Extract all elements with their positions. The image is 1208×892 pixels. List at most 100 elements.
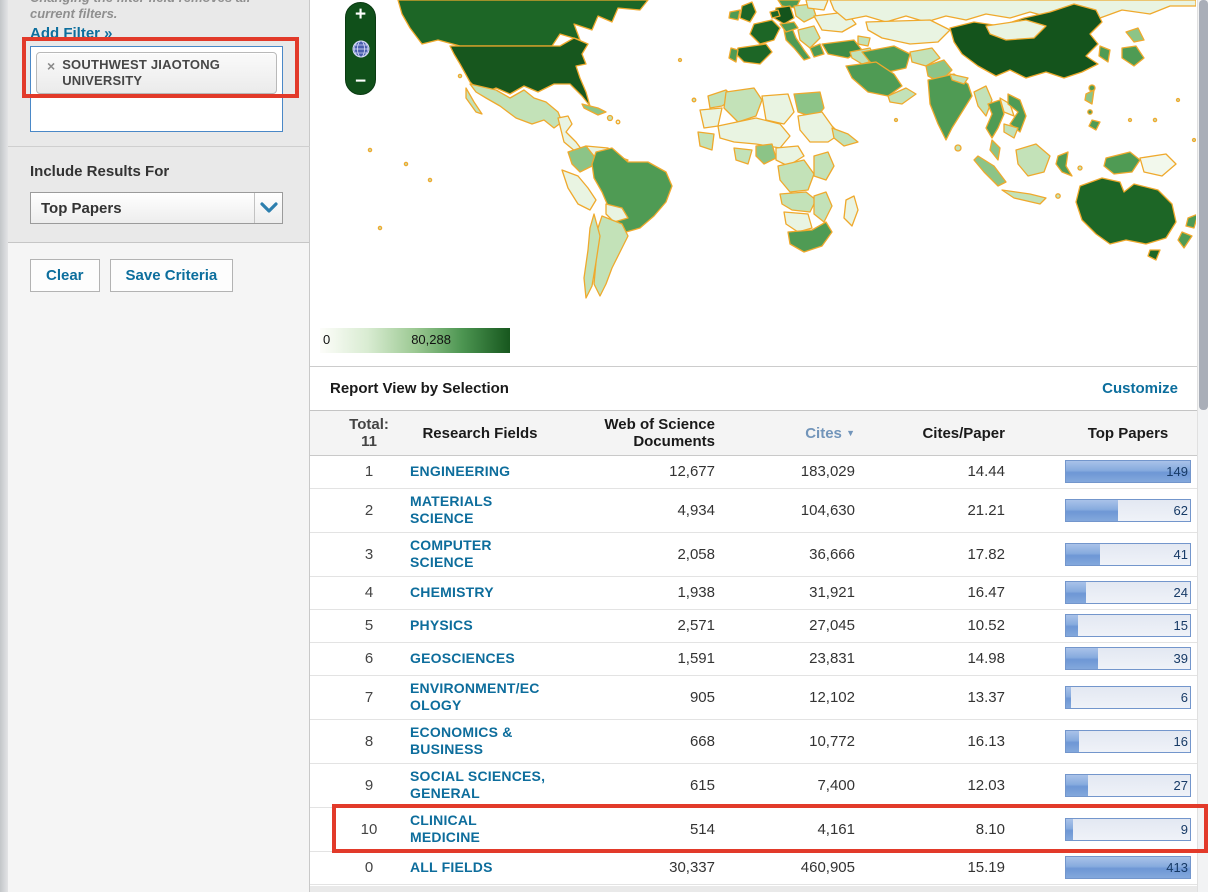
row-documents: 30,337 [550, 859, 715, 876]
top-papers-bar: 27 [1065, 774, 1191, 797]
column-cites-sort[interactable]: Cites ▼ [715, 425, 855, 442]
page: Changing the filter field removes all cu… [0, 0, 1208, 892]
table-row: 4 CHEMISTRY 1,938 31,921 16.47 24 [310, 577, 1197, 610]
research-field-link[interactable]: SOCIAL SCIENCES, GENERAL [410, 768, 545, 801]
top-papers-bar-fill [1066, 687, 1071, 708]
top-papers-bar-fill [1066, 544, 1100, 565]
top-papers-bar: 9 [1065, 818, 1191, 841]
page-bottom-strip [310, 886, 1208, 892]
table-row: 2 MATERIALS SCIENCE 4,934 104,630 21.21 … [310, 489, 1197, 533]
row-cites: 31,921 [715, 584, 855, 601]
top-papers-bar: 24 [1065, 581, 1191, 604]
row-documents: 615 [550, 777, 715, 794]
customize-link[interactable]: Customize [1102, 380, 1208, 397]
top-papers-value: 6 [1181, 690, 1188, 705]
top-papers-bar: 16 [1065, 730, 1191, 753]
main-content: + − 0 80,288 [310, 0, 1208, 892]
row-cites-per-paper: 16.13 [855, 733, 1005, 750]
column-total: Total: 11 [340, 416, 398, 450]
research-field-link[interactable]: PHYSICS [410, 617, 473, 633]
top-papers-value: 149 [1166, 464, 1188, 479]
research-field-link[interactable]: GEOSCIENCES [410, 650, 515, 666]
table-row: 9 SOCIAL SCIENCES, GENERAL 615 7,400 12.… [310, 764, 1197, 808]
world-map[interactable]: + − 0 80,288 [310, 0, 1196, 360]
research-field-link[interactable]: ECONOMICS & BUSINESS [410, 724, 513, 757]
row-rank: 5 [340, 617, 398, 634]
research-field-link[interactable]: COMPUTER SCIENCE [410, 537, 492, 570]
research-field-link[interactable]: MATERIALS SCIENCE [410, 493, 492, 526]
top-papers-bar-fill [1066, 819, 1073, 840]
top-papers-value: 24 [1174, 585, 1188, 600]
top-papers-bar-fill [1066, 648, 1098, 669]
include-results-label: Include Results For [30, 163, 169, 180]
row-documents: 1,938 [550, 584, 715, 601]
column-top-papers: Top Papers [1065, 425, 1191, 442]
row-cites-per-paper: 17.82 [855, 546, 1005, 563]
row-cites-per-paper: 12.03 [855, 777, 1005, 794]
research-field-link[interactable]: ENGINEERING [410, 463, 510, 479]
zoom-out-button[interactable]: − [355, 73, 366, 91]
row-rank: 2 [340, 502, 398, 519]
table-header: Total: 11 Research Fields Web of Science… [310, 410, 1197, 456]
top-papers-value: 15 [1174, 618, 1188, 633]
chevron-down-icon [254, 193, 282, 223]
row-rank: 3 [340, 546, 398, 563]
world-map-svg[interactable] [310, 0, 1196, 360]
map-africa [698, 88, 858, 252]
top-papers-bar: 149 [1065, 460, 1191, 483]
top-papers-bar: 62 [1065, 499, 1191, 522]
clear-button[interactable]: Clear [30, 259, 100, 292]
top-papers-value: 9 [1181, 822, 1188, 837]
row-documents: 514 [550, 821, 715, 838]
row-documents: 2,571 [550, 617, 715, 634]
remove-filter-icon[interactable]: × [47, 58, 55, 74]
top-papers-bar-fill [1066, 500, 1118, 521]
zoom-in-button[interactable]: + [355, 6, 366, 24]
top-papers-value: 39 [1174, 651, 1188, 666]
top-papers-value: 41 [1174, 547, 1188, 562]
research-field-link[interactable]: ENVIRONMENT/ECOLOGY [410, 680, 540, 713]
table-body: 1 ENGINEERING 12,677 183,029 14.44 149 2… [310, 456, 1197, 885]
column-documents: Web of Science Documents [550, 416, 715, 450]
row-rank: 8 [340, 733, 398, 750]
globe-icon[interactable] [351, 39, 371, 59]
row-cites: 36,666 [715, 546, 855, 563]
results-type-dropdown[interactable]: Top Papers [30, 192, 283, 224]
map-east-asia [950, 4, 1144, 160]
report-header-bar: Report View by Selection Customize [310, 366, 1208, 410]
row-documents: 2,058 [550, 546, 715, 563]
top-papers-bar-fill [1066, 775, 1088, 796]
results-type-value: Top Papers [31, 200, 254, 217]
add-filter-link[interactable]: Add Filter » [30, 25, 113, 42]
vertical-scrollbar[interactable] [1197, 0, 1208, 892]
row-cites-per-paper: 14.44 [855, 463, 1005, 480]
row-documents: 12,677 [550, 463, 715, 480]
row-cites: 4,161 [715, 821, 855, 838]
filter-tag[interactable]: × SOUTHWEST JIAOTONG UNIVERSITY [36, 52, 277, 94]
top-papers-bar: 39 [1065, 647, 1191, 670]
top-papers-bar: 15 [1065, 614, 1191, 637]
research-field-link[interactable]: CHEMISTRY [410, 584, 494, 600]
column-cites-per-paper: Cites/Paper [855, 425, 1005, 442]
table-row: 5 PHYSICS 2,571 27,045 10.52 15 [310, 610, 1197, 643]
window-edge [0, 0, 8, 892]
row-documents: 668 [550, 733, 715, 750]
row-documents: 4,934 [550, 502, 715, 519]
map-oceania [974, 144, 1196, 260]
active-filters-box: × SOUTHWEST JIAOTONG UNIVERSITY [30, 46, 283, 132]
filter-tag-label: SOUTHWEST JIAOTONG UNIVERSITY [62, 57, 270, 89]
save-criteria-button[interactable]: Save Criteria [110, 259, 234, 292]
top-papers-bar: 41 [1065, 543, 1191, 566]
row-rank: 1 [340, 463, 398, 480]
row-documents: 905 [550, 689, 715, 706]
row-rank: 10 [340, 821, 398, 838]
filter-note: Changing the filter field removes all cu… [30, 0, 290, 24]
research-field-link[interactable]: ALL FIELDS [410, 859, 493, 875]
row-cites: 12,102 [715, 689, 855, 706]
map-zoom-control: + − [345, 2, 376, 95]
row-cites-per-paper: 15.19 [855, 859, 1005, 876]
row-rank: 9 [340, 777, 398, 794]
row-cites: 460,905 [715, 859, 855, 876]
scrollbar-thumb[interactable] [1199, 0, 1208, 410]
research-field-link[interactable]: CLINICAL MEDICINE [410, 812, 480, 845]
